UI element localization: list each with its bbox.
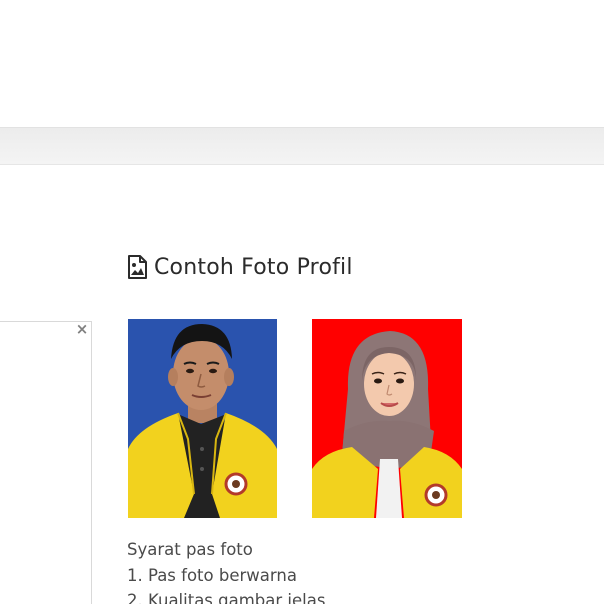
requirements-title: Syarat pas foto (127, 540, 253, 559)
image-file-icon (127, 255, 148, 279)
photo-requirements: Syarat pas foto 1. Pas foto berwarna 2. … (127, 537, 527, 604)
section-title: Contoh Foto Profil (154, 254, 353, 280)
requirement-item: 1. Pas foto berwarna (127, 565, 297, 585)
requirement-item: 2. Kualitas gambar jelas (127, 591, 326, 604)
gray-divider-band (0, 127, 604, 165)
side-panel: × (0, 321, 92, 604)
close-icon[interactable]: × (75, 321, 89, 337)
top-blank-area (0, 0, 604, 127)
page: Contoh Foto Profil × Syarat pas foto 1. … (0, 0, 604, 604)
male-profile-photo (128, 319, 277, 518)
section-heading: Contoh Foto Profil (127, 252, 353, 282)
female-profile-photo (312, 319, 462, 518)
